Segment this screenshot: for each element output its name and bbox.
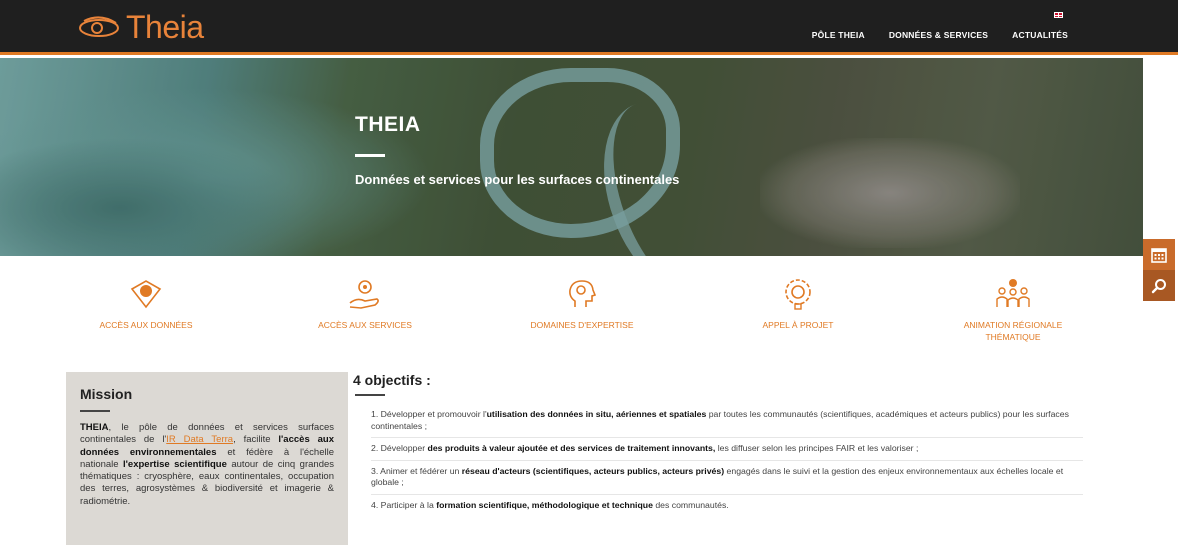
data-access-icon <box>130 280 162 309</box>
feature-regional-animation[interactable]: ANIMATION RÉGIONALE THÉMATIQUE <box>953 277 1073 343</box>
feature-label: ACCÈS AUX SERVICES <box>318 320 412 330</box>
objective-text: des communautés. <box>652 499 729 510</box>
ir-data-terra-link[interactable]: IR Data Terra <box>166 434 233 445</box>
mission-text: THEIA, le pôle de données et services su… <box>80 422 334 508</box>
calendar-icon <box>1151 247 1167 263</box>
objective-bold: réseau d'acteurs (scientifiques, acteurs… <box>461 465 725 476</box>
objective-item: 2. Développer des produits à valeur ajou… <box>371 443 1083 461</box>
logo-text: Theia <box>126 9 204 45</box>
nav-actualites[interactable]: ACTUALITÉS <box>1012 30 1068 40</box>
nav-pole-theia[interactable]: PÔLE THEIA <box>812 30 865 40</box>
feature-data-access[interactable]: ACCÈS AUX DONNÉES <box>86 277 206 331</box>
regional-animation-icon <box>996 279 1030 307</box>
search-icon <box>1151 278 1166 293</box>
english-flag-icon[interactable] <box>1054 12 1063 18</box>
expertise-icon <box>569 280 597 307</box>
theia-logo[interactable]: Theia <box>78 9 204 46</box>
hero-subtitle: Données et services pour les surfaces co… <box>355 172 680 187</box>
nav-donnees-services[interactable]: DONNÉES & SERVICES <box>889 30 988 40</box>
mission-divider <box>80 410 110 412</box>
hero-divider <box>355 154 385 157</box>
objective-bold: utilisation des données in situ, aérienn… <box>486 409 707 419</box>
hero-title: THEIA <box>355 113 421 136</box>
objective-item: 1. Développer et promouvoir l'utilisatio… <box>371 409 1083 438</box>
mission-text-part: , facilite <box>233 434 279 446</box>
top-navigation-bar: Theia PÔLE THEIA DONNÉES & SERVICES ACTU… <box>0 0 1178 55</box>
calendar-button[interactable] <box>1143 239 1175 270</box>
hero-banner: THEIA Données et services pour les surfa… <box>0 58 1143 256</box>
objectives-divider <box>355 394 385 396</box>
feature-services-access[interactable]: ACCÈS AUX SERVICES <box>305 277 425 331</box>
services-access-icon <box>349 280 379 309</box>
mission-text-theia: THEIA <box>80 422 109 433</box>
feature-expertise[interactable]: DOMAINES D'EXPERTISE <box>522 277 642 331</box>
objective-item: 3. Animer et fédérer un réseau d'acteurs… <box>371 466 1083 495</box>
feature-label: ANIMATION RÉGIONALE THÉMATIQUE <box>963 320 1063 342</box>
objective-text: 1. Développer et promouvoir l' <box>371 409 487 419</box>
objectives-title: 4 objectifs : <box>353 372 431 388</box>
mission-text-bold: l'expertise scientifique <box>123 458 227 470</box>
objectives-section: 4 objectifs : 1. Développer et promouvoi… <box>353 372 1083 521</box>
objective-bold: formation scientifique, méthodologique e… <box>436 499 653 510</box>
hero-overlay <box>0 58 1143 256</box>
project-call-icon <box>785 279 811 310</box>
objective-text: 4. Participer à la <box>371 499 437 510</box>
feature-project-call[interactable]: APPEL À PROJET <box>738 277 858 331</box>
feature-label: ACCÈS AUX DONNÉES <box>99 320 193 330</box>
main-nav: PÔLE THEIA DONNÉES & SERVICES ACTUALITÉS <box>812 30 1068 40</box>
eye-logo-icon <box>79 16 119 37</box>
feature-label: DOMAINES D'EXPERTISE <box>530 320 634 330</box>
objective-text: 2. Développer <box>371 443 428 453</box>
mission-title: Mission <box>80 386 133 402</box>
objectives-list: 1. Développer et promouvoir l'utilisatio… <box>353 409 1083 516</box>
search-button[interactable] <box>1143 270 1175 301</box>
mission-box: Mission THEIA, le pôle de données et ser… <box>66 372 348 545</box>
feature-label: APPEL À PROJET <box>762 320 834 330</box>
objective-bold: des produits à valeur ajoutée et des ser… <box>427 443 716 453</box>
objective-text: les diffuser selon les principes FAIR et… <box>715 443 919 453</box>
objective-text: 3. Animer et fédérer un <box>371 465 462 476</box>
objective-item: 4. Participer à la formation scientifiqu… <box>371 500 1083 517</box>
